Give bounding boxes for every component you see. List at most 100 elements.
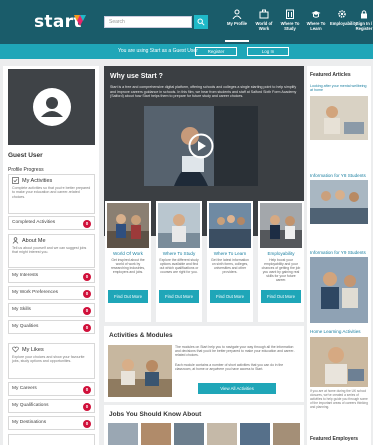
building-icon xyxy=(286,9,294,19)
my-work-preferences-item[interactable]: My Work Preferences 0 xyxy=(8,286,95,300)
activities-text-2: Each module contains a number of short a… xyxy=(175,363,284,371)
home-learning-text: If you are at home during the UK school … xyxy=(310,389,368,409)
section-header: About Me xyxy=(9,235,94,246)
section-title: My Activities xyxy=(22,177,53,184)
my-skills-item[interactable]: My Skills 0 xyxy=(8,303,95,317)
nav-employability[interactable]: Employability xyxy=(330,9,358,26)
nav-my-profile[interactable]: My Profile xyxy=(225,9,249,42)
play-icon[interactable] xyxy=(188,133,214,159)
nav-label: Sign In / Register xyxy=(355,21,373,31)
world-of-work-image xyxy=(107,203,149,248)
login-button[interactable]: Log In xyxy=(247,47,289,56)
nav-label: Where To Learn xyxy=(306,21,326,31)
view-all-activities-button[interactable]: View All Activities xyxy=(198,383,276,394)
top-header: start Search My Profile World of Work Wh… xyxy=(0,0,373,44)
card-where-to-study: Where To Study Explore the different stu… xyxy=(156,201,202,322)
jobs-image-strip xyxy=(108,423,300,445)
gear-icon xyxy=(338,10,346,18)
find-out-more-button[interactable]: Find Out More xyxy=(210,290,250,303)
my-interests-item[interactable]: My Interests 0 xyxy=(8,269,95,283)
profile-name: Guest User xyxy=(8,152,43,159)
count-badge: 0 xyxy=(83,273,91,281)
nav-world-of-work[interactable]: World of Work xyxy=(252,9,276,31)
intro-video[interactable] xyxy=(144,106,258,186)
find-out-more-button[interactable]: Find Out More xyxy=(108,290,148,303)
user-icon xyxy=(232,9,242,19)
featured-category[interactable]: Home Learning Activities xyxy=(310,329,361,334)
featured-sidebar: Featured Articles Looking after your men… xyxy=(307,66,371,445)
my-destinations-item[interactable]: My Destinations 0 xyxy=(8,416,95,430)
item-label: My Work Preferences xyxy=(12,290,59,295)
nav-label: Where To Study xyxy=(280,21,300,31)
where-to-study-image xyxy=(158,203,200,248)
find-out-more-button[interactable]: Find Out More xyxy=(261,290,301,303)
count-badge: 0 xyxy=(83,290,91,298)
card-desc: Get the latest information on sixth form… xyxy=(211,258,249,274)
find-out-more-button[interactable]: Find Out More xyxy=(159,290,199,303)
guest-banner-text: You are using Start as a Guest User xyxy=(118,48,198,54)
completed-activities-item[interactable]: Completed Activities 0 xyxy=(8,216,95,230)
activities-title: Activities & Modules xyxy=(109,332,173,339)
activities-text-1: The modules on Start help you to navigat… xyxy=(175,345,295,357)
item-label: My Qualifications xyxy=(12,403,49,408)
card-title: Employability xyxy=(267,251,295,256)
nav-label: My Profile xyxy=(226,21,247,26)
my-careers-item[interactable]: My Careers 0 xyxy=(8,382,95,396)
featured-articles-title: Featured Articles xyxy=(310,72,351,78)
my-qualifications-item[interactable]: My Qualifications 0 xyxy=(8,399,95,413)
activities-image xyxy=(108,345,172,397)
card-desc: Get inspired about the world of work by … xyxy=(110,258,146,274)
profile-progress-title: Profile Progress xyxy=(8,167,44,173)
card-where-to-learn: Where To Learn Get the latest informatio… xyxy=(207,201,253,322)
item-label: My Interests xyxy=(12,273,39,278)
activities-modules-panel: Activities & Modules The modules on Star… xyxy=(104,326,304,402)
my-qualities-item[interactable]: My Qualities 0 xyxy=(8,320,95,334)
card-title: Where To Study xyxy=(162,251,196,256)
next-section-stub xyxy=(8,434,95,445)
y9-article-image xyxy=(310,257,368,323)
heart-icon xyxy=(12,346,19,353)
item-label: My Qualities xyxy=(12,324,39,329)
featured-category[interactable]: Information for Y9 Students xyxy=(310,250,366,255)
count-badge: 0 xyxy=(83,220,91,228)
where-to-learn-image xyxy=(209,203,251,248)
nav-label: Employability xyxy=(330,21,358,26)
employability-image xyxy=(260,203,302,248)
nav-where-to-study[interactable]: Where To Study xyxy=(278,9,302,31)
my-activities-section: My Activities Complete activities so tha… xyxy=(8,174,95,214)
nav-where-to-learn[interactable]: Where To Learn xyxy=(304,9,328,31)
my-likes-section: My Likes Explore your choices and show y… xyxy=(8,343,95,379)
section-header: My Activities xyxy=(9,175,94,186)
avatar-placeholder-icon xyxy=(32,88,71,126)
wellbeing-article-image xyxy=(310,96,368,140)
count-badge: 0 xyxy=(83,307,91,315)
person-icon xyxy=(12,237,19,244)
clipboard-icon xyxy=(12,177,19,184)
item-label: My Skills xyxy=(12,307,31,312)
section-title: My Likes xyxy=(22,346,44,353)
search-button[interactable] xyxy=(194,15,208,29)
why-start-desc: Start is a free and comprehensive digita… xyxy=(110,85,297,99)
count-badge: 0 xyxy=(83,386,91,394)
section-desc: Explore your choices and show your favou… xyxy=(12,355,85,364)
count-badge: 0 xyxy=(83,403,91,411)
featured-article-link[interactable]: Looking after your mental wellbeing at h… xyxy=(310,84,370,93)
count-badge: 0 xyxy=(83,324,91,332)
y8-article-image xyxy=(310,180,368,224)
count-badge: 0 xyxy=(83,420,91,428)
featured-category[interactable]: Information for Y8 Students xyxy=(310,173,366,178)
jobs-title: Jobs You Should Know About xyxy=(109,411,202,418)
nav-sign-in[interactable]: Sign In / Register xyxy=(354,9,373,31)
card-title: Where To Learn xyxy=(213,251,247,256)
about-me-section: About Me Tell us about yourself and we c… xyxy=(8,234,95,268)
section-header: My Likes xyxy=(9,344,94,355)
register-button[interactable]: Register xyxy=(195,47,237,56)
item-label: Completed Activities xyxy=(12,220,56,225)
why-start-title: Why use Start ? xyxy=(110,73,163,80)
search-input[interactable]: Search xyxy=(104,16,192,28)
card-world-of-work: World Of Work Get inspired about the wor… xyxy=(105,201,151,322)
section-desc: Tell us about yourself and we can sugges… xyxy=(12,246,87,255)
card-title: World Of Work xyxy=(113,251,143,256)
graduation-cap-icon xyxy=(311,11,321,18)
nav-label: World of Work xyxy=(255,21,273,31)
